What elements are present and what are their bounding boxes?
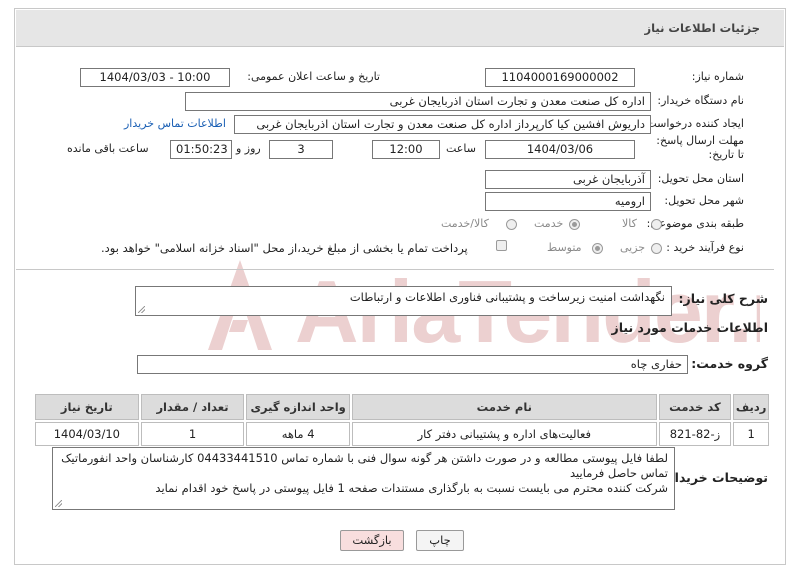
- summary-text: نگهداشت امنیت زیرساخت و پشتیبانی فناوری …: [349, 290, 665, 304]
- cell-qty: 1: [140, 422, 245, 446]
- panel-title: جزئیات اطلاعات نیاز: [644, 21, 760, 35]
- table-header-row: ردیف کد خدمت نام خدمت واحد اندازه گیری ت…: [35, 394, 769, 420]
- col-date: تاریخ نیاز: [35, 394, 139, 420]
- col-name: نام خدمت: [351, 394, 657, 420]
- announce-datetime-field: 1404/03/03 - 10:00: [80, 68, 230, 87]
- category-option-goods: کالا: [622, 217, 637, 230]
- province-label: استان محل تحویل:: [657, 172, 744, 185]
- cell-date: 1404/03/10: [35, 422, 139, 446]
- buyer-notes-textarea[interactable]: لطفا فایل پیوستی مطالعه و در صورت داشتن …: [52, 447, 675, 510]
- cell-name: فعالیت‌های اداره و پشتیبانی دفتر کار: [351, 422, 657, 446]
- days-field: 3: [269, 140, 333, 159]
- col-unit: واحد اندازه گیری: [246, 394, 350, 420]
- category-radio-goods-service[interactable]: [506, 219, 517, 230]
- deadline-date-field: 1404/03/06: [485, 140, 635, 159]
- col-qty: تعداد / مقدار: [140, 394, 245, 420]
- service-group-label: گروه خدمت:: [691, 356, 768, 371]
- summary-label: شرح کلی نیاز:: [678, 291, 768, 306]
- time-label: ساعت: [446, 142, 476, 155]
- province-field: آذربایجان غربی: [485, 170, 651, 189]
- treasury-checkbox[interactable]: [496, 240, 507, 251]
- days-label: روز و: [236, 142, 261, 155]
- need-number-field: 1104000169000002: [485, 68, 635, 87]
- purchase-type-label: نوع فرآیند خرید :: [666, 241, 744, 254]
- purchase-option-minor: جزیی: [620, 241, 646, 254]
- purchase-radio-minor[interactable]: [651, 243, 662, 254]
- buyer-org-field: اداره کل صنعت معدن و تجارت استان اذربایج…: [185, 92, 651, 111]
- table-row: 1 ز-82-821 فعالیت‌های اداره و پشتیبانی د…: [35, 422, 769, 446]
- col-code: کد خدمت: [658, 394, 732, 420]
- resize-grip-icon[interactable]: [55, 500, 62, 507]
- cell-row: 1: [733, 422, 769, 446]
- category-radio-service[interactable]: [569, 219, 580, 230]
- resize-grip-icon[interactable]: [138, 306, 145, 313]
- city-label: شهر محل تحویل:: [664, 194, 744, 207]
- deadline-label: مهلت ارسال پاسخ: تا تاریخ:: [656, 134, 744, 161]
- buyer-notes-line-2: شرکت کننده محترم می بایست نسبت به بارگذا…: [155, 481, 668, 495]
- requester-field: داریوش افشین کیا کارپرداز اداره کل صنعت …: [234, 115, 651, 134]
- purchase-radio-medium[interactable]: [592, 243, 603, 254]
- back-button[interactable]: بازگشت: [340, 530, 404, 551]
- col-row: ردیف: [733, 394, 769, 420]
- need-number-label: شماره نیاز:: [691, 70, 744, 83]
- buyer-notes-label: توضیحات خریدار:: [662, 470, 768, 485]
- print-button[interactable]: چاپ: [416, 530, 464, 551]
- deadline-time-field: 12:00: [372, 140, 440, 159]
- category-option-goods-service: کالا/خدمت: [441, 217, 489, 230]
- category-radio-goods[interactable]: [651, 219, 662, 230]
- city-field: ارومیه: [485, 192, 651, 211]
- category-option-service: خدمت: [534, 217, 564, 230]
- services-section-title: اطلاعات خدمات مورد نیاز: [611, 320, 769, 335]
- buyer-contact-link[interactable]: اطلاعات تماس خریدار: [124, 117, 226, 130]
- cell-code: ز-82-821: [658, 422, 732, 446]
- summary-textarea[interactable]: نگهداشت امنیت زیرساخت و پشتیبانی فناوری …: [135, 286, 672, 316]
- panel-header: جزئیات اطلاعات نیاز: [16, 10, 784, 47]
- buyer-notes-line-1: لطفا فایل پیوستی مطالعه و در صورت داشتن …: [61, 451, 668, 480]
- section-divider: [16, 269, 774, 270]
- purchase-option-medium: متوسط: [547, 241, 582, 254]
- service-group-field: حفاری چاه: [137, 355, 688, 374]
- buyer-org-label: نام دستگاه خریدار:: [657, 94, 744, 107]
- remaining-label: ساعت باقی مانده: [67, 142, 149, 155]
- treasury-note: پرداخت تمام یا بخشی از مبلغ خرید،از محل …: [101, 241, 468, 255]
- remaining-time-field: 01:50:23: [170, 140, 232, 159]
- cell-unit: 4 ماهه: [246, 422, 350, 446]
- announce-datetime-label: تاریخ و ساعت اعلان عمومی:: [247, 70, 380, 83]
- services-table: ردیف کد خدمت نام خدمت واحد اندازه گیری ت…: [33, 392, 771, 448]
- requester-label: ایجاد کننده درخواست:: [642, 117, 744, 130]
